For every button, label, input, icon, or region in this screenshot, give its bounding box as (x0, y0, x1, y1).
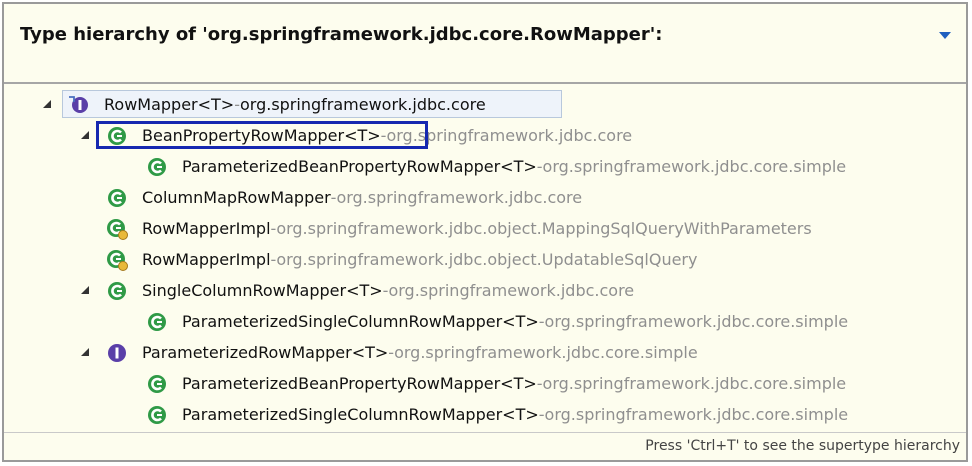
type-name: ColumnMapRowMapper (142, 188, 331, 207)
type-name: RowMapperImpl (142, 219, 271, 238)
class-icon (108, 188, 126, 207)
expanded-arrow-icon (43, 100, 51, 108)
type-name: ParameterizedBeanPropertyRowMapper<T> (182, 374, 537, 393)
package-name: org.springframework.jdbc.core (388, 281, 635, 300)
interface-icon (108, 343, 126, 362)
type-name: ParameterizedRowMapper<T> (142, 343, 389, 362)
footer-divider (4, 432, 966, 433)
type-name: RowMapperImpl (142, 250, 271, 269)
package-name: org.springframework.jdbc.core.simple (394, 343, 698, 362)
tree-item-parameterizedbeanpropertyrowmapper[interactable]: ParameterizedBeanPropertyRowMapper<T> - … (146, 368, 846, 399)
tree-item-parameterizedbeanpropertyrowmapper[interactable]: ParameterizedBeanPropertyRowMapper<T> - … (146, 151, 846, 182)
package-name: org.springframework.jdbc.core.simple (542, 157, 847, 176)
status-hint: Press 'Ctrl+T' to see the supertype hier… (645, 438, 960, 454)
type-hierarchy-popup: Type hierarchy of 'org.springframework.j… (2, 2, 968, 462)
expand-toggle[interactable] (80, 285, 90, 295)
expanded-arrow-icon (81, 286, 89, 294)
package-name: org.springframework.jdbc.core.simple (544, 312, 849, 331)
expand-toggle[interactable] (42, 99, 52, 109)
class-icon (148, 374, 166, 393)
type-name: ParameterizedSingleColumnRowMapper<T> (182, 312, 539, 331)
tree-item-rowmapper[interactable]: RowMapper<T> - org.springframework.jdbc.… (68, 89, 486, 120)
class-icon (108, 281, 126, 300)
interface-icon (69, 95, 88, 113)
expanded-arrow-icon (81, 348, 89, 356)
type-name: SingleColumnRowMapper<T> (142, 281, 383, 300)
class-icon (148, 157, 166, 176)
package-name: org.springframework.jdbc.core.simple (542, 374, 847, 393)
class-icon (148, 405, 166, 424)
package-name: org.springframework.jdbc.object.Updatabl… (276, 250, 698, 269)
hierarchy-tree[interactable]: RowMapper<T> - org.springframework.jdbc.… (4, 84, 966, 432)
inner-class-icon (107, 249, 128, 271)
type-name: ParameterizedSingleColumnRowMapper<T> (182, 405, 539, 424)
tree-item-parameterizedsinglecolumnrowmapper[interactable]: ParameterizedSingleColumnRowMapper<T> - … (146, 399, 848, 430)
class-icon (148, 312, 166, 331)
popup-title: Type hierarchy of 'org.springframework.j… (20, 24, 663, 45)
expand-toggle[interactable] (80, 130, 90, 140)
inner-class-icon (107, 218, 128, 240)
type-name: ParameterizedBeanPropertyRowMapper<T> (182, 157, 537, 176)
tree-item-rowmapperimpl[interactable]: RowMapperImpl - org.springframework.jdbc… (106, 244, 697, 275)
tree-item-parameterizedrowmapper[interactable]: ParameterizedRowMapper<T> - org.springfr… (106, 337, 698, 368)
tree-item-singlecolumnrowmapper[interactable]: SingleColumnRowMapper<T> - org.springfra… (106, 275, 634, 306)
package-name: org.springframework.jdbc.core (239, 95, 486, 114)
expanded-arrow-icon (81, 131, 89, 139)
package-name: org.springframework.jdbc.object.MappingS… (276, 219, 812, 238)
tree-item-rowmapperimpl[interactable]: RowMapperImpl - org.springframework.jdbc… (106, 213, 812, 244)
tree-item-parameterizedsinglecolumnrowmapper[interactable]: ParameterizedSingleColumnRowMapper<T> - … (146, 306, 848, 337)
expand-toggle[interactable] (80, 347, 90, 357)
highlight-annotation-box (96, 121, 428, 149)
type-name: RowMapper<T> (104, 95, 235, 114)
popup-header: Type hierarchy of 'org.springframework.j… (4, 4, 966, 82)
view-menu-button[interactable] (938, 30, 952, 40)
chevron-down-icon (939, 32, 951, 39)
package-name: org.springframework.jdbc.core (336, 188, 583, 207)
tree-item-columnmaprowmapper[interactable]: ColumnMapRowMapper - org.springframework… (106, 182, 582, 213)
package-name: org.springframework.jdbc.core.simple (544, 405, 849, 424)
